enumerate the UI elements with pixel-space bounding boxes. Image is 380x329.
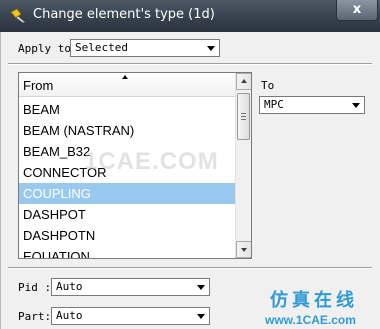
chevron-down-icon — [207, 46, 215, 51]
list-item[interactable]: BEAM (NASTRAN) — [19, 120, 235, 141]
chevron-down-icon — [197, 285, 205, 290]
watermark-brand: 仿真在线 — [270, 290, 358, 311]
grip-line — [241, 116, 246, 117]
part-dropdown[interactable]: Auto — [51, 307, 210, 325]
part-value: Auto — [56, 309, 83, 322]
list-item-selected[interactable]: COUPLING — [19, 183, 235, 204]
to-value: MPC — [264, 98, 284, 111]
apply-to-dropdown[interactable]: Selected — [70, 39, 220, 57]
apply-to-value: Selected — [75, 41, 128, 54]
chevron-down-icon — [197, 314, 205, 319]
pid-value: Auto — [56, 280, 83, 293]
separator — [8, 63, 372, 65]
grip-line — [241, 113, 246, 114]
scroll-thumb[interactable] — [237, 93, 250, 140]
scroll-down-button[interactable] — [236, 241, 251, 258]
window-title: Change element's type (1d) — [33, 7, 215, 22]
separator — [8, 267, 372, 269]
apply-to-label: Apply to — [18, 42, 71, 55]
vertical-scrollbar[interactable] — [235, 73, 251, 258]
from-header-label: From — [23, 78, 54, 93]
close-icon: x — [352, 2, 362, 17]
close-button[interactable]: x — [336, 0, 378, 21]
to-label: To — [261, 79, 275, 92]
pid-dropdown[interactable]: Auto — [51, 278, 210, 296]
to-dropdown[interactable]: MPC — [259, 96, 365, 114]
arrow-up-icon — [241, 79, 247, 83]
list-item[interactable]: EQUATION — [19, 246, 235, 258]
list-item[interactable]: BEAM — [19, 99, 235, 120]
watermark-text: 1CAE.COM — [84, 148, 219, 175]
from-column-header[interactable]: From — [19, 73, 235, 97]
grip-line — [241, 119, 246, 120]
list-item[interactable]: DASHPOTN — [19, 225, 235, 246]
chevron-down-icon — [352, 103, 360, 108]
tool-icon — [10, 8, 26, 24]
pid-label: Pid : — [18, 281, 52, 294]
sort-ascending-icon — [122, 75, 128, 79]
scroll-up-button[interactable] — [236, 73, 251, 90]
part-label: Part: — [18, 310, 52, 323]
title-bar[interactable]: Change element's type (1d) x — [0, 0, 380, 32]
arrow-down-icon — [241, 248, 247, 252]
list-item[interactable]: DASHPOT — [19, 204, 235, 225]
watermark-url: www.1CAE.com — [265, 313, 356, 327]
